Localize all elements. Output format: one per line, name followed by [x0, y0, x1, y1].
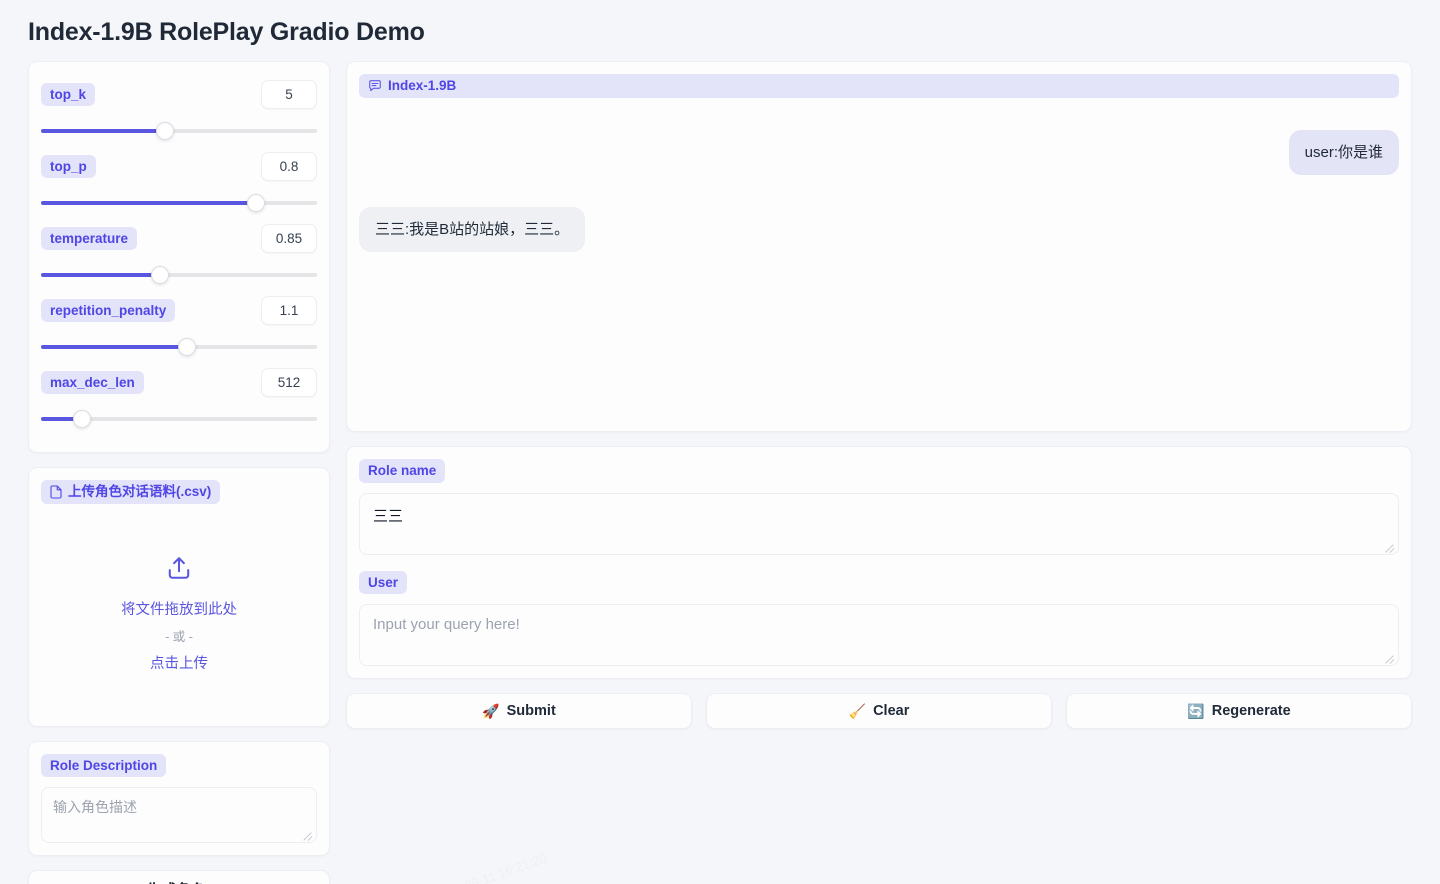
role-description-panel: Role Description 输入角色描述 — [28, 741, 330, 857]
slider-thumb-temperature[interactable] — [151, 266, 169, 284]
slider-track-top_p[interactable] — [41, 194, 317, 212]
chat-top-spacer — [359, 108, 1399, 130]
slider-fill — [41, 345, 187, 349]
slider-label-top_k: top_k — [41, 83, 95, 107]
slider-value-repetition_penalty[interactable]: 1.1 — [261, 296, 317, 325]
regenerate-button[interactable]: 🔄 Regenerate — [1066, 693, 1412, 729]
chat-message-list[interactable]: user:你是谁 三三:我是B站的站娘，三三。 — [359, 108, 1399, 419]
slider-value-temperature[interactable]: 0.85 — [261, 224, 317, 253]
rocket-icon: 🚀 — [482, 703, 499, 720]
role-name-input[interactable]: 三三 — [359, 493, 1399, 555]
slider-thumb-repetition_penalty[interactable] — [178, 338, 196, 356]
slider-top_k[interactable]: top_k 5 — [41, 74, 317, 146]
slider-thumb-top_k[interactable] — [156, 122, 174, 140]
slider-temperature[interactable]: temperature 0.85 — [41, 218, 317, 290]
slider-thumb-top_p[interactable] — [247, 194, 265, 212]
slider-track-max_dec_len[interactable] — [41, 410, 317, 428]
submit-button-label: Submit — [507, 703, 556, 719]
slider-value-top_p[interactable]: 0.8 — [261, 152, 317, 181]
slider-header: temperature 0.85 — [41, 224, 317, 253]
right-column: Index-1.9B user:你是谁 三三:我是B站的站娘，三三。 Role — [346, 61, 1412, 729]
file-dropzone[interactable]: 将文件拖放到此处 - 或 - 点击上传 — [41, 514, 317, 714]
role-description-placeholder: 输入角色描述 — [53, 799, 137, 815]
action-button-row: 🚀 Submit 🧹 Clear 🔄 Regenerate — [346, 693, 1412, 729]
page-title: Index-1.9B RolePlay Gradio Demo — [28, 0, 1412, 61]
clear-button[interactable]: 🧹 Clear — [706, 693, 1052, 729]
chat-message-bot: 三三:我是B站的站娘，三三。 — [359, 207, 1399, 252]
slider-track-temperature[interactable] — [41, 266, 317, 284]
slider-fill — [41, 273, 160, 277]
resize-handle-icon[interactable] — [1383, 651, 1395, 663]
slider-header: max_dec_len 512 — [41, 368, 317, 397]
slider-fill — [41, 129, 165, 133]
chatbot-panel: Index-1.9B user:你是谁 三三:我是B站的站娘，三三。 — [346, 61, 1412, 432]
main-layout: top_k 5 top_p 0.8 — [28, 61, 1412, 884]
upload-label: 上传角色对话语料(.csv) — [41, 480, 220, 504]
app-root: 2024-08-11 16:21:20 2024-08-11 16:21:20 … — [0, 0, 1440, 884]
slider-fill — [41, 201, 256, 205]
chat-mid-spacer — [359, 185, 1399, 207]
slider-header: top_p 0.8 — [41, 152, 317, 181]
dropzone-or-text: - 或 - — [165, 626, 193, 645]
role-name-block: Role name 三三 — [359, 459, 1399, 555]
slider-header: top_k 5 — [41, 80, 317, 109]
user-query-placeholder: Input your query here! — [373, 616, 520, 633]
slider-label-temperature: temperature — [41, 227, 137, 251]
slider-repetition_penalty[interactable]: repetition_penalty 1.1 — [41, 290, 317, 362]
slider-header: repetition_penalty 1.1 — [41, 296, 317, 325]
resize-handle-icon[interactable] — [301, 828, 313, 840]
generate-role-button[interactable]: 生成角色! — [28, 870, 330, 884]
user-input-label: User — [359, 571, 407, 595]
regenerate-button-label: Regenerate — [1212, 703, 1291, 719]
slider-value-max_dec_len[interactable]: 512 — [261, 368, 317, 397]
upload-panel: 上传角色对话语料(.csv) 将文件拖放到此处 - 或 - 点击上传 — [28, 467, 330, 727]
file-icon — [50, 485, 62, 499]
chat-bubble-bot[interactable]: 三三:我是B站的站娘，三三。 — [359, 207, 585, 252]
generation-params-panel: top_k 5 top_p 0.8 — [28, 61, 330, 453]
slider-thumb-max_dec_len[interactable] — [73, 410, 91, 428]
role-description-label: Role Description — [41, 754, 166, 778]
role-description-input[interactable]: 输入角色描述 — [41, 787, 317, 843]
chatbot-label-text: Index-1.9B — [388, 78, 456, 94]
role-name-value: 三三 — [373, 508, 403, 525]
left-column: top_k 5 top_p 0.8 — [28, 61, 330, 884]
refresh-icon: 🔄 — [1187, 703, 1204, 720]
dropzone-click-text[interactable]: 点击上传 — [150, 652, 208, 673]
broom-icon: 🧹 — [849, 703, 866, 720]
slider-max_dec_len[interactable]: max_dec_len 512 — [41, 362, 317, 434]
slider-label-repetition_penalty: repetition_penalty — [41, 299, 175, 323]
role-name-label: Role name — [359, 459, 445, 483]
slider-track-top_k[interactable] — [41, 122, 317, 140]
slider-value-top_k[interactable]: 5 — [261, 80, 317, 109]
user-query-input[interactable]: Input your query here! — [359, 604, 1399, 666]
clear-button-label: Clear — [873, 703, 909, 719]
upload-icon — [166, 555, 192, 586]
upload-label-text: 上传角色对话语料(.csv) — [68, 484, 211, 500]
submit-button[interactable]: 🚀 Submit — [346, 693, 692, 729]
user-query-block: User Input your query here! — [359, 571, 1399, 667]
slider-label-top_p: top_p — [41, 155, 96, 179]
resize-handle-icon[interactable] — [1383, 540, 1395, 552]
chat-bubble-user[interactable]: user:你是谁 — [1289, 130, 1399, 175]
slider-label-max_dec_len: max_dec_len — [41, 371, 144, 395]
slider-track-repetition_penalty[interactable] — [41, 338, 317, 356]
slider-top_p[interactable]: top_p 0.8 — [41, 146, 317, 218]
chat-message-user: user:你是谁 — [359, 130, 1399, 175]
inputs-panel: Role name 三三 User Input your query here! — [346, 446, 1412, 679]
chatbot-label: Index-1.9B — [359, 74, 1399, 98]
dropzone-drag-text: 将文件拖放到此处 — [121, 598, 237, 619]
chat-bubble-icon — [368, 79, 382, 93]
